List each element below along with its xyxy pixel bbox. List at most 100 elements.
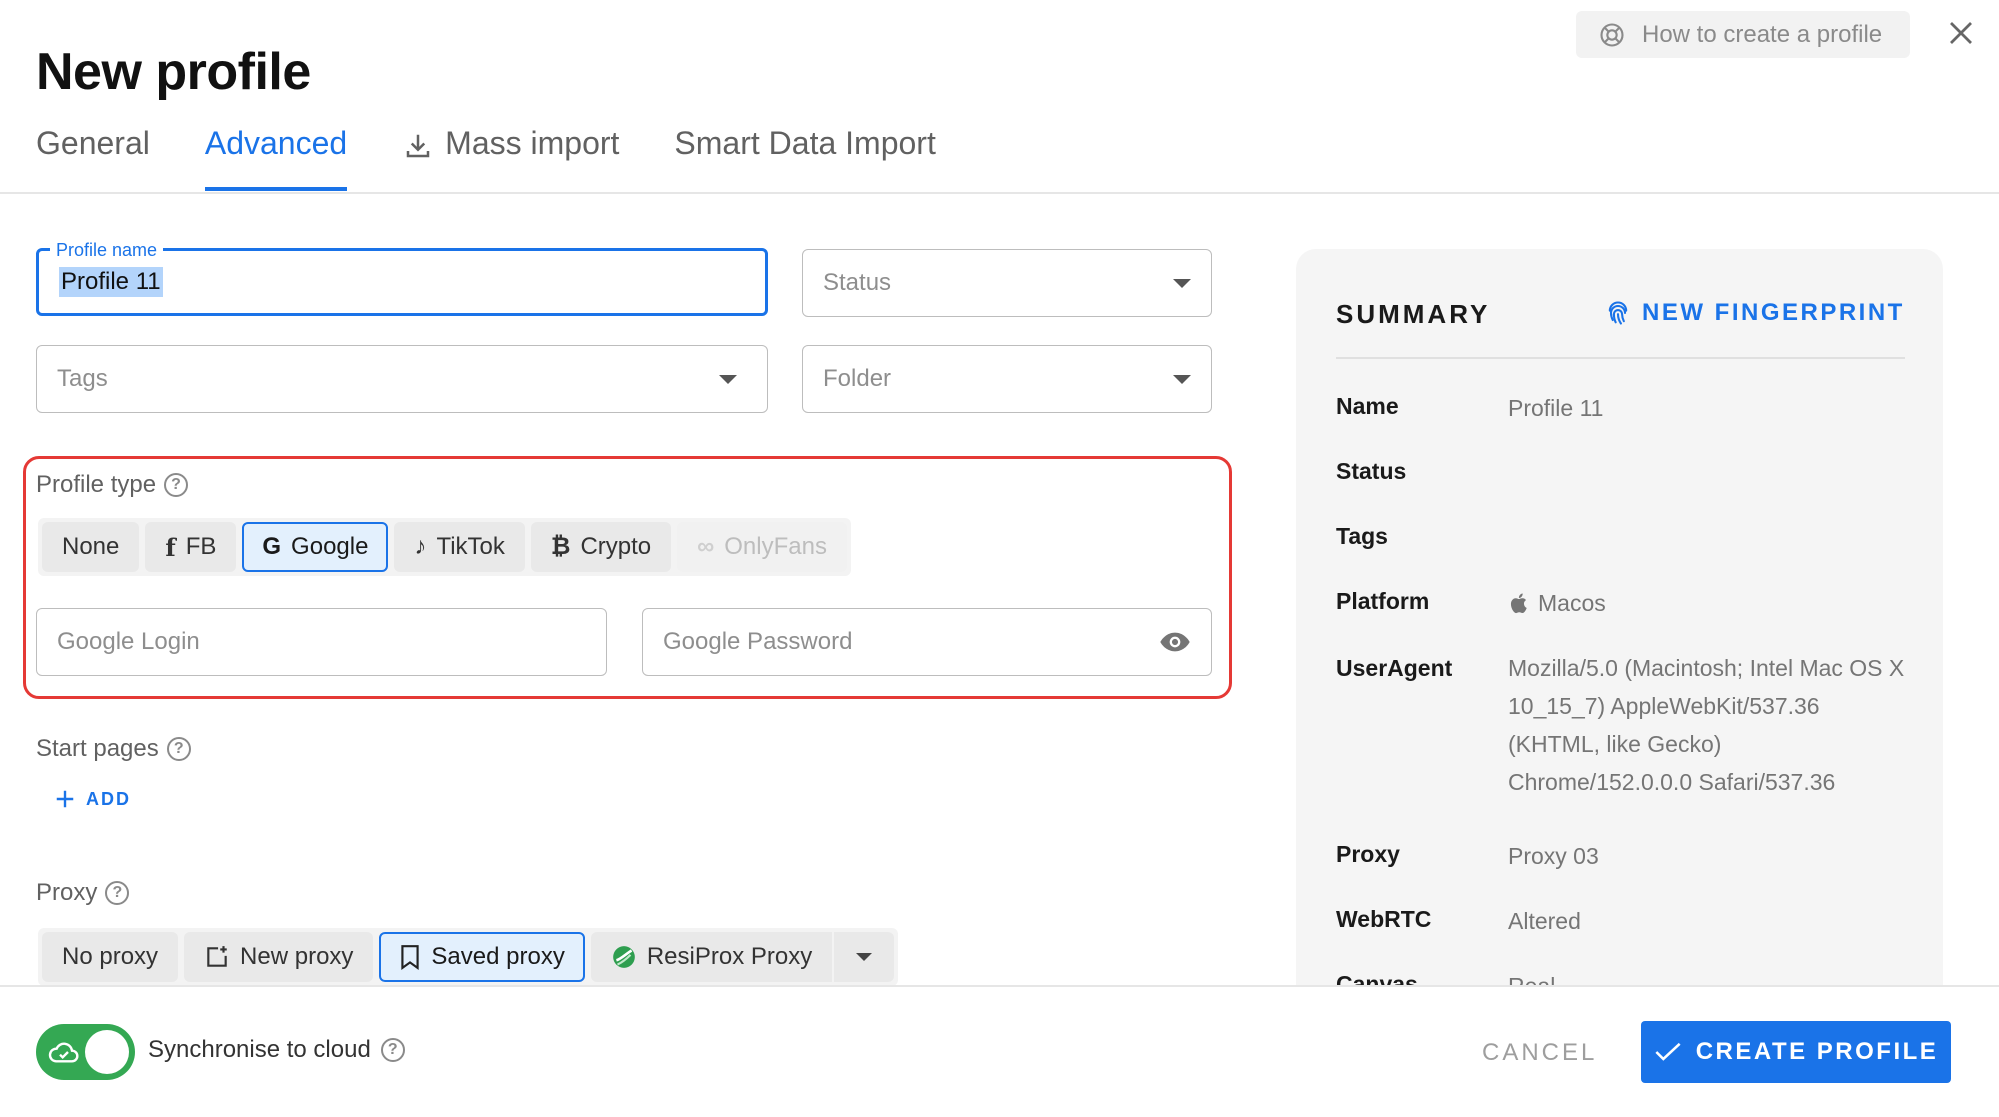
chip-label: FB (185, 533, 217, 560)
folder-placeholder: Folder (823, 365, 892, 392)
close-icon[interactable] (1946, 18, 1976, 48)
summary-row-tags: Tags (1336, 523, 1508, 550)
download-icon (406, 134, 430, 158)
check-icon (1655, 1042, 1681, 1061)
summary-key: Platform (1336, 588, 1430, 614)
proxy-option-no-proxy[interactable]: No proxy (42, 932, 179, 982)
tab-label: Mass import (445, 125, 620, 161)
toggle-knob (85, 1030, 129, 1074)
new-fingerprint-button[interactable]: NEW FINGERPRINT (1604, 299, 1905, 327)
status-select[interactable]: Status (802, 249, 1212, 317)
google-login-placeholder: Google Login (57, 628, 200, 655)
profile-type-selector: None f FB G Google ♪ TikTok ₿ Crypto ∞ O… (38, 518, 851, 576)
summary-value: Mozilla/5.0 (Macintosh; Intel Mac OS X 1… (1508, 655, 1905, 795)
proxy-option-new-proxy[interactable]: New proxy (184, 932, 374, 982)
tiktok-icon: ♪ (414, 533, 427, 560)
google-password-placeholder: Google Password (663, 628, 853, 655)
help-icon[interactable]: ? (105, 881, 130, 905)
chip-label: OnlyFans (724, 533, 827, 560)
tab-smart-data-import[interactable]: Smart Data Import (674, 125, 935, 191)
tab-general[interactable]: General (36, 125, 150, 191)
resiprox-icon (612, 946, 635, 968)
how-to-create-profile-button[interactable]: How to create a profile (1576, 11, 1910, 58)
facebook-icon: f (165, 532, 176, 562)
summary-key: UserAgent (1336, 655, 1453, 681)
tab-mass-import[interactable]: Mass import (403, 125, 619, 191)
help-icon[interactable]: ? (164, 473, 189, 497)
tags-select[interactable]: Tags (36, 345, 768, 413)
page-title: New profile (36, 43, 311, 101)
chip-label: New proxy (240, 943, 354, 970)
tab-label: Smart Data Import (674, 125, 936, 161)
summary-divider (1336, 357, 1905, 359)
profile-name-value: Profile 11 (59, 267, 163, 297)
tab-advanced[interactable]: Advanced (204, 125, 348, 191)
google-login-input[interactable]: Google Login (36, 608, 607, 676)
chip-label: Crypto (580, 533, 652, 560)
summary-row-useragent: UserAgent Mozilla/5.0 (Macintosh; Intel … (1336, 649, 1908, 801)
bitcoin-icon: ₿ (550, 533, 571, 560)
google-password-input[interactable]: Google Password (642, 608, 1212, 676)
section-label-text: Proxy (36, 879, 98, 906)
cancel-button[interactable]: CANCEL (1482, 1024, 1597, 1082)
proxy-label: Proxy ? (36, 879, 130, 907)
chip-label: Saved proxy (431, 943, 565, 970)
help-icon[interactable]: ? (166, 737, 191, 761)
google-icon: G (262, 533, 282, 560)
profile-type-fb[interactable]: f FB (145, 522, 237, 572)
profile-type-google[interactable]: G Google (242, 522, 389, 572)
summary-value: Proxy 03 (1508, 843, 1599, 869)
proxy-option-saved-proxy[interactable]: Saved proxy (379, 932, 585, 982)
start-pages-label: Start pages ? (36, 735, 191, 763)
help-label: How to create a profile (1642, 20, 1883, 48)
chip-label: TikTok (436, 533, 505, 560)
proxy-dropdown-button[interactable] (834, 932, 895, 982)
summary-key: Name (1336, 393, 1399, 419)
add-label: ADD (86, 788, 131, 809)
tab-label: General (36, 125, 150, 161)
summary-value: Altered (1508, 908, 1581, 934)
profile-type-tiktok[interactable]: ♪ TikTok (394, 522, 525, 572)
proxy-selector: No proxy New proxy Saved proxy ResiProx … (38, 928, 899, 986)
summary-key: Tags (1336, 523, 1388, 549)
add-start-page-button[interactable]: ADD (54, 788, 131, 810)
eye-icon[interactable] (1159, 631, 1191, 653)
profile-name-label: Profile name (50, 240, 164, 261)
profile-type-onlyfans: ∞ OnlyFans (677, 522, 847, 572)
chip-label: None (62, 533, 120, 560)
sync-cloud-toggle[interactable] (36, 1024, 135, 1080)
chevron-down-icon (856, 953, 873, 961)
summary-row-proxy: Proxy Proxy 03 (1336, 841, 1908, 871)
summary-heading: SUMMARY (1336, 299, 1491, 329)
profile-type-crypto[interactable]: ₿ Crypto (530, 522, 672, 572)
summary-row-platform: Platform Macos (1336, 588, 1908, 618)
summary-value: Macos (1508, 588, 1908, 618)
summary-row-name: Name Profile 11 (1336, 393, 1908, 423)
create-label: CREATE PROFILE (1695, 1038, 1939, 1065)
apple-icon (1510, 593, 1527, 614)
profile-type-label: Profile type ? (36, 471, 189, 499)
proxy-option-resiprox[interactable]: ResiProx Proxy (590, 932, 833, 982)
summary-key: WebRTC (1336, 906, 1432, 932)
onlyfans-icon: ∞ (697, 533, 715, 560)
section-label-text: Profile type (36, 471, 157, 498)
chevron-down-icon (1173, 278, 1191, 288)
chip-label: Google (291, 533, 369, 560)
status-placeholder: Status (823, 269, 892, 296)
tab-label: Advanced (204, 125, 348, 161)
bookmark-icon (401, 945, 420, 970)
fingerprint-icon (1608, 301, 1628, 325)
create-profile-button[interactable]: CREATE PROFILE (1641, 1021, 1951, 1083)
tabs-divider (0, 192, 1999, 194)
profile-type-none[interactable]: None (42, 522, 140, 572)
sync-cloud-label: Synchronise to cloud ? (148, 1036, 405, 1064)
tab-bar: General Advanced Mass import Smart Data … (36, 125, 936, 191)
cloud-sync-icon (48, 1042, 79, 1063)
chip-label: ResiProx Proxy (646, 943, 813, 970)
new-proxy-icon (207, 946, 227, 967)
chip-label: No proxy (62, 943, 159, 970)
folder-select[interactable]: Folder (802, 345, 1212, 413)
plus-icon (56, 790, 74, 808)
help-icon[interactable]: ? (380, 1038, 405, 1062)
section-label-text: Start pages (36, 735, 159, 762)
